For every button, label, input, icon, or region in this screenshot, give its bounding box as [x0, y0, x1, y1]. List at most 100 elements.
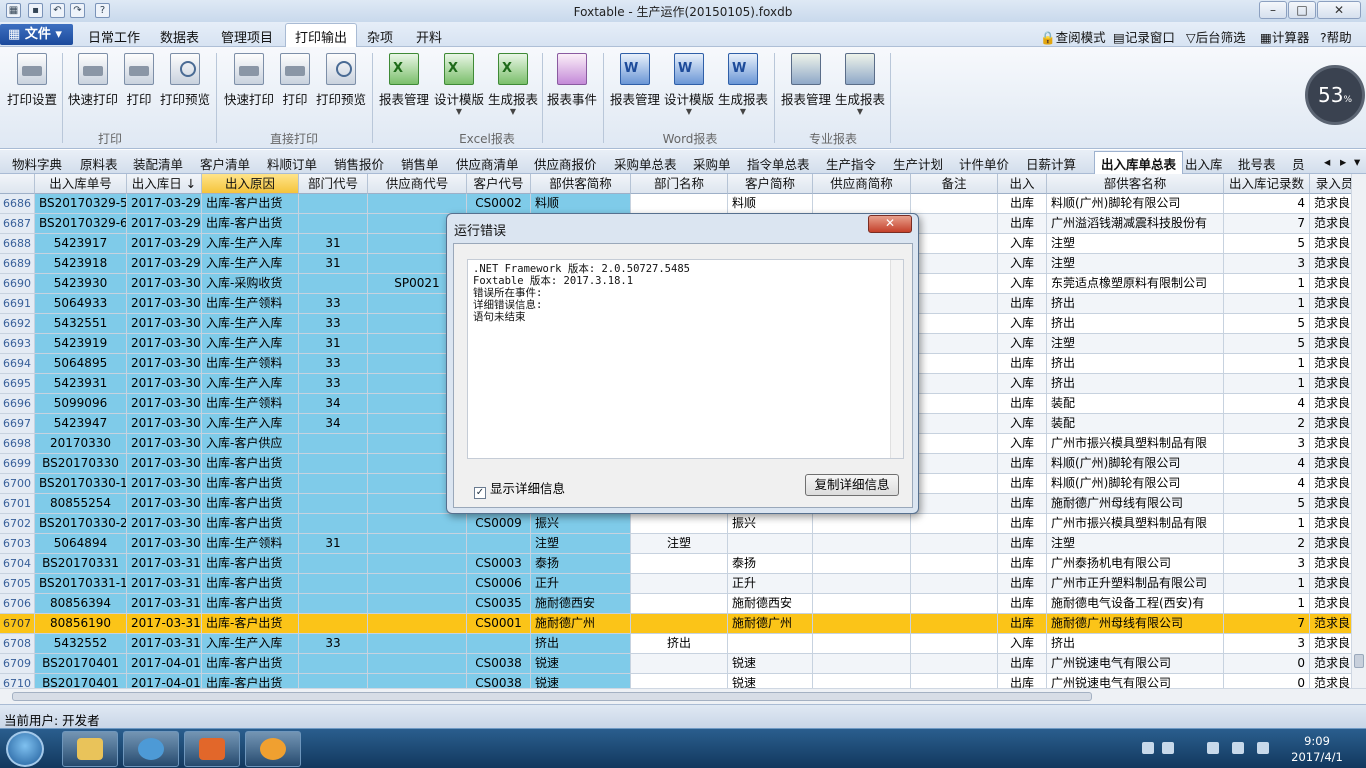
table-cell[interactable]: 3	[1224, 634, 1310, 654]
table-cell[interactable]: 范求良	[1310, 554, 1351, 574]
table-row[interactable]: 6702 BS20170330-2 2017-03-30 出库-客户出货 CS0009 振…	[0, 514, 1351, 534]
table-cell[interactable]: CS0001	[467, 614, 531, 634]
table-cell[interactable]	[911, 634, 998, 654]
table-cell[interactable]	[368, 574, 467, 594]
word-design-template-button[interactable]: 设计模版▼	[662, 53, 716, 116]
table-cell[interactable]: 入库-客户供应	[202, 434, 299, 454]
table-cell[interactable]: 正升	[728, 574, 813, 594]
table-cell[interactable]	[368, 614, 467, 634]
table-cell[interactable]	[631, 514, 728, 534]
table-cell[interactable]	[299, 654, 368, 674]
table-tab[interactable]: 生产计划	[893, 154, 943, 173]
table-cell[interactable]: 挤出	[531, 634, 631, 654]
table-cell[interactable]	[299, 474, 368, 494]
table-cell[interactable]: 2017-03-31	[127, 634, 202, 654]
table-cell[interactable]: 出库	[998, 534, 1047, 554]
table-cell[interactable]: 挤出	[1047, 634, 1224, 654]
table-cell[interactable]: 5064895	[35, 354, 127, 374]
table-cell[interactable]: 广州市正升塑料制品有限公司	[1047, 574, 1224, 594]
row-number[interactable]: 6696	[0, 394, 35, 414]
table-cell[interactable]	[728, 634, 813, 654]
language-icon[interactable]	[1162, 742, 1174, 754]
table-tab[interactable]: 采购单总表	[614, 154, 677, 173]
volume-icon[interactable]	[1232, 742, 1244, 754]
table-cell[interactable]	[299, 274, 368, 294]
table-cell[interactable]: BS20170331-1	[35, 574, 127, 594]
table-cell[interactable]: 锐速	[531, 654, 631, 674]
table-cell[interactable]	[631, 674, 728, 688]
excel-report-manage-button[interactable]: 报表管理	[377, 53, 431, 108]
table-cell[interactable]: 2017-03-31	[127, 614, 202, 634]
excel-design-template-button[interactable]: 设计模版▼	[432, 53, 486, 116]
table-cell[interactable]	[299, 194, 368, 214]
table-cell[interactable]: 入库	[998, 254, 1047, 274]
table-cell[interactable]: 入库-生产入库	[202, 374, 299, 394]
table-cell[interactable]: 3	[1224, 434, 1310, 454]
table-cell[interactable]: 2017-03-30	[127, 494, 202, 514]
table-cell[interactable]: 挤出	[1047, 294, 1224, 314]
table-cell[interactable]: 4	[1224, 194, 1310, 214]
table-cell[interactable]	[299, 214, 368, 234]
table-cell[interactable]: 入库-生产入库	[202, 254, 299, 274]
table-row[interactable]: 6705 BS20170331-1 2017-03-31 出库-客户出货 CS0006 正…	[0, 574, 1351, 594]
table-cell[interactable]: 出库-客户出货	[202, 654, 299, 674]
table-cell[interactable]: 33	[299, 314, 368, 334]
row-number[interactable]: 6704	[0, 554, 35, 574]
table-cell[interactable]: 2017-03-29	[127, 254, 202, 274]
lookup-mode-button[interactable]: 🔒查阅模式	[1040, 27, 1106, 46]
table-cell[interactable]	[299, 554, 368, 574]
table-tab[interactable]: 生产指令	[826, 154, 876, 173]
table-cell[interactable]: 锐速	[531, 674, 631, 688]
table-row[interactable]: 6686 BS20170329-5 2017-03-29 出库-客户出货 CS0002 料…	[0, 194, 1351, 214]
table-cell[interactable]: 广州锐速电气有限公司	[1047, 654, 1224, 674]
table-cell[interactable]: 锐速	[728, 654, 813, 674]
column-header[interactable]: 部门代号	[299, 174, 368, 194]
table-cell[interactable]: 5423931	[35, 374, 127, 394]
table-cell[interactable]: 20170330	[35, 434, 127, 454]
print-setup-button[interactable]: 打印设置	[6, 53, 58, 108]
table-cell[interactable]: 3	[1224, 554, 1310, 574]
table-cell[interactable]	[911, 414, 998, 434]
table-cell[interactable]: CS0006	[467, 574, 531, 594]
table-row[interactable]: 6706 80856394 2017-03-31 出库-客户出货 CS0035 施耐德西安…	[0, 594, 1351, 614]
table-cell[interactable]: 5	[1224, 494, 1310, 514]
table-tab[interactable]: 物料字典	[12, 154, 62, 173]
horizontal-scroll-thumb[interactable]	[12, 692, 1092, 701]
table-cell[interactable]	[631, 574, 728, 594]
direct-quick-print-button[interactable]: 快速打印	[222, 53, 276, 108]
table-cell[interactable]: 5064933	[35, 294, 127, 314]
table-cell[interactable]: 5423919	[35, 334, 127, 354]
table-cell[interactable]: 1	[1224, 294, 1310, 314]
error-details-textbox[interactable]: .NET Framework 版本: 2.0.50727.5485 Foxtab…	[467, 259, 904, 459]
table-cell[interactable]: 入库	[998, 434, 1047, 454]
table-cell[interactable]	[911, 274, 998, 294]
maximize-button[interactable]: □	[1288, 1, 1316, 19]
table-cell[interactable]	[728, 534, 813, 554]
table-cell[interactable]: 施耐德西安	[728, 594, 813, 614]
table-cell[interactable]: 33	[299, 374, 368, 394]
row-number[interactable]: 6706	[0, 594, 35, 614]
word-report-manage-button[interactable]: 报表管理	[608, 53, 662, 108]
table-cell[interactable]: 出库	[998, 354, 1047, 374]
table-cell[interactable]: 4	[1224, 474, 1310, 494]
table-cell[interactable]: 2017-03-30	[127, 514, 202, 534]
table-cell[interactable]: 2017-03-31	[127, 574, 202, 594]
table-cell[interactable]: 入库	[998, 234, 1047, 254]
table-tab[interactable]: 原料表	[80, 154, 118, 173]
table-cell[interactable]: 2017-03-30	[127, 334, 202, 354]
table-cell[interactable]: 出库-客户出货	[202, 554, 299, 574]
table-cell[interactable]	[368, 654, 467, 674]
table-cell[interactable]	[299, 434, 368, 454]
table-cell[interactable]: 挤出	[631, 634, 728, 654]
table-cell[interactable]: 挤出	[1047, 374, 1224, 394]
table-cell[interactable]: 出库	[998, 214, 1047, 234]
table-cell[interactable]: 范求良	[1310, 334, 1351, 354]
table-cell[interactable]: 出库-生产领料	[202, 294, 299, 314]
table-cell[interactable]: 入库	[998, 334, 1047, 354]
table-cell[interactable]: 范求良	[1310, 354, 1351, 374]
table-cell[interactable]: 5423918	[35, 254, 127, 274]
row-number[interactable]: 6694	[0, 354, 35, 374]
vertical-scrollbar[interactable]	[1351, 174, 1366, 688]
table-cell[interactable]	[911, 254, 998, 274]
table-cell[interactable]	[368, 634, 467, 654]
